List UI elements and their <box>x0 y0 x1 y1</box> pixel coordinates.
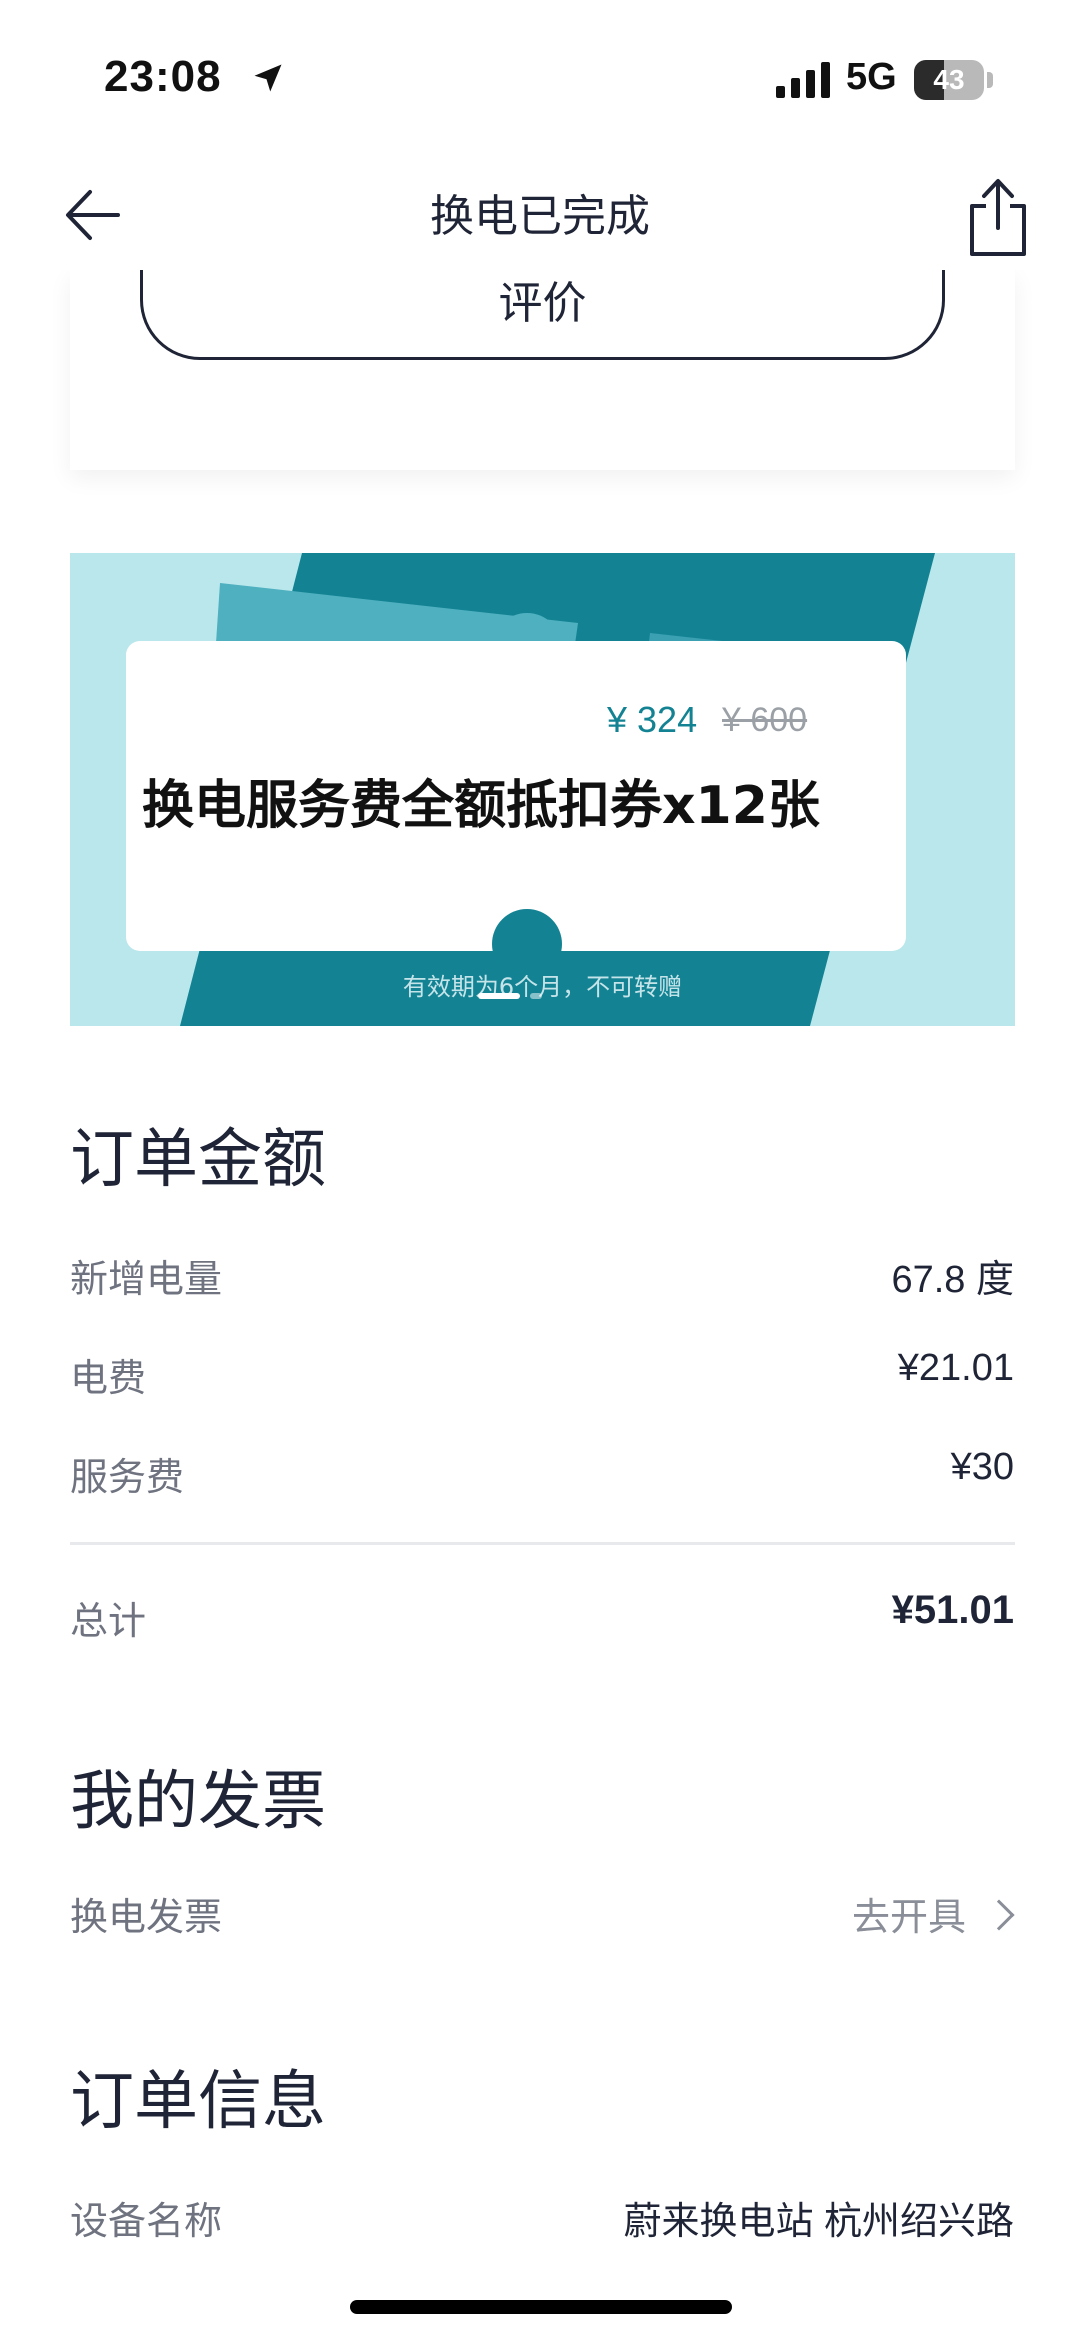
network-type: 5G <box>846 56 897 98</box>
coupon-price: ¥ 324 <box>607 699 698 740</box>
invoice-heading: 我的发票 <box>70 1765 326 1839</box>
share-icon[interactable] <box>962 168 1032 258</box>
total-value: ¥51.01 <box>891 1588 1014 1632</box>
service-fee-value: ¥30 <box>950 1446 1014 1488</box>
chevron-right-icon <box>983 1899 1015 1931</box>
issue-invoice-label: 去开具 <box>851 1895 966 1939</box>
electricity-fee-label: 电费 <box>70 1356 147 1400</box>
status-time: 23:08 <box>104 52 222 101</box>
charge-amount-label: 新增电量 <box>70 1257 223 1301</box>
coupon-banner[interactable]: ¥ 324 ¥ 600 换电服务费全额抵扣券x12张 有效期为6个月，不可转赠 <box>70 553 1015 1026</box>
service-fee-label: 服务费 <box>70 1455 185 1499</box>
page-title: 换电已完成 <box>430 191 650 242</box>
electricity-fee-value: ¥21.01 <box>897 1347 1014 1389</box>
invoice-label: 换电发票 <box>70 1895 223 1939</box>
navigation-bar: 换电已完成 <box>0 160 1080 270</box>
device-name-value: 蔚来换电站 杭州绍兴路 <box>623 2201 1014 2243</box>
coupon-original-price: ¥ 600 <box>722 701 808 739</box>
status-bar: 23:08 5G 43 <box>0 0 1080 160</box>
order-info-heading: 订单信息 <box>70 2065 326 2139</box>
carousel-dot <box>478 993 520 999</box>
location-arrow-icon <box>254 64 282 92</box>
coupon-title: 换电服务费全额抵扣券x12张 <box>142 776 820 836</box>
carousel-indicator <box>478 993 608 1001</box>
carousel-dot <box>530 993 542 999</box>
home-indicator[interactable] <box>350 2300 732 2314</box>
cellular-signal-icon <box>776 62 830 98</box>
battery-percentage: 43 <box>933 64 965 95</box>
order-amount-heading: 订单金额 <box>70 1123 326 1197</box>
battery-cap <box>987 72 993 88</box>
device-name-label: 设备名称 <box>70 2199 223 2243</box>
charge-amount-value: 67.8 度 <box>891 1259 1014 1301</box>
total-label: 总计 <box>70 1599 147 1643</box>
battery-icon: 43 <box>914 60 984 100</box>
divider <box>70 1542 1015 1545</box>
review-button[interactable]: 评价 <box>140 260 945 360</box>
review-card: 评价 <box>70 260 1015 470</box>
issue-invoice-link[interactable]: 去开具 <box>851 1886 1015 1941</box>
